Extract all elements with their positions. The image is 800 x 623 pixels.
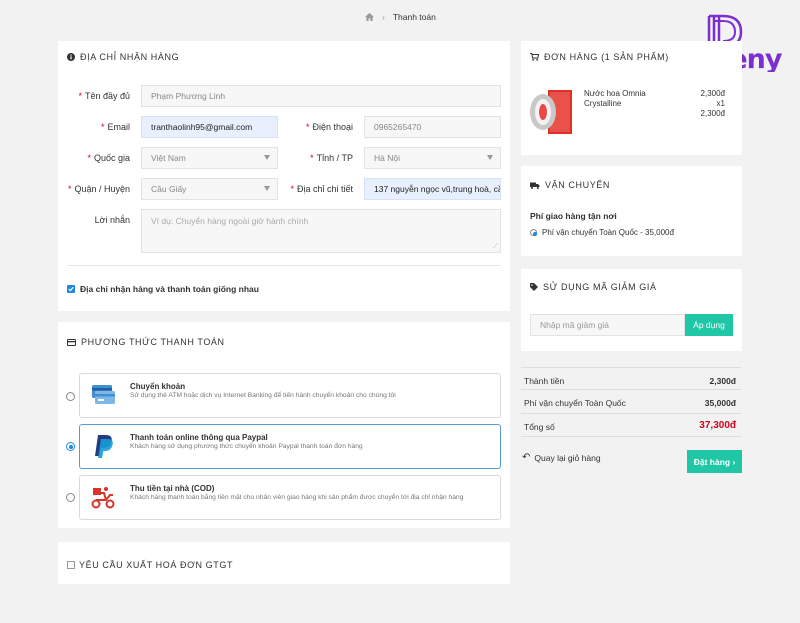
country-label: * Quốc gia — [87, 153, 130, 163]
truck-icon — [530, 182, 540, 189]
same-address-checkbox[interactable]: Địa chỉ nhận hàng và thanh toán giống nh… — [67, 284, 259, 294]
payment-radio-cod[interactable] — [66, 493, 75, 502]
district-select[interactable]: Cầu Giấy — [141, 178, 278, 200]
payment-option-bank-transfer[interactable]: Chuyển khoản Sử dụng thẻ ATM hoặc dịch v… — [79, 373, 501, 418]
payment-option-cod[interactable]: Thu tiền tại nhà (COD) Khách hàng thanh … — [79, 475, 501, 520]
shipping-fee-row: Phí vận chuyển Toàn Quốc 35,000đ — [521, 389, 741, 413]
discount-section-title: SỬ DỤNG MÃ GIẢM GIÁ — [530, 282, 657, 292]
product-unit-price: 2,300đ — [700, 89, 725, 98]
resize-handle-icon: ⟋ — [493, 243, 498, 250]
address-section-title: ĐỊA CHỈ NHẬN HÀNG — [67, 52, 179, 62]
country-select[interactable]: Việt Nam — [141, 147, 278, 169]
breadcrumb: › Thanh toán — [365, 12, 436, 22]
vat-invoice-checkbox[interactable]: YÊU CẦU XUẤT HOÁ ĐƠN GTGT — [67, 560, 233, 570]
fullname-label: * Tên đầy đủ — [78, 91, 130, 101]
chevron-right-icon: › — [382, 12, 385, 22]
email-label: * Email — [100, 122, 130, 132]
checkbox-unchecked-icon — [67, 561, 75, 569]
place-order-button[interactable]: Đặt hàng › — [687, 450, 742, 473]
shipping-address-card: ĐỊA CHỈ NHẬN HÀNG * Tên đầy đủ Phạm Phươn… — [58, 41, 510, 311]
note-textarea[interactable]: Ví dụ: Chuyển hàng ngoài giờ hành chính … — [141, 209, 501, 253]
checkbox-checked-icon — [67, 285, 75, 293]
detail-address-field[interactable]: 137 nguyễn ngọc vũ,trung hoà, cầu giấy — [364, 178, 501, 200]
product-qty: x1 — [716, 99, 725, 108]
reply-arrow-icon: ↶ — [522, 452, 531, 463]
delivery-scooter-icon — [91, 487, 115, 509]
note-label: Lời nhắn — [94, 215, 130, 225]
province-label: * Tỉnh / TP — [310, 153, 353, 163]
payment-radio-bank-transfer[interactable] — [66, 392, 75, 401]
chevron-down-icon — [487, 155, 493, 160]
shipping-section-title: VẬN CHUYỂN — [530, 180, 610, 190]
payment-section-title: PHƯƠNG THỨC THANH TOÁN — [67, 337, 225, 347]
shipping-subtitle: Phí giao hàng tận nơi — [530, 211, 617, 221]
discount-card: SỬ DỤNG MÃ GIẢM GIÁ Nhập mã giảm giá Áp … — [521, 269, 742, 351]
home-icon[interactable] — [365, 13, 374, 21]
payment-method-card: PHƯƠNG THỨC THANH TOÁN Chuyển khoản Sử d… — [58, 322, 510, 528]
shipping-radio[interactable] — [530, 229, 537, 236]
divider — [67, 265, 501, 266]
shipping-card: VẬN CHUYỂN Phí giao hàng tận nơi Phí vận… — [521, 166, 742, 256]
phone-label: * Điện thoại — [305, 122, 353, 132]
detail-address-label: * Địa chỉ chi tiết — [290, 184, 353, 194]
apply-discount-button[interactable]: Áp dụng — [685, 314, 733, 336]
province-select[interactable]: Hà Nội — [364, 147, 501, 169]
discount-code-input[interactable]: Nhập mã giảm giá — [530, 314, 685, 336]
bank-card-icon — [92, 385, 115, 404]
vat-invoice-card: YÊU CẦU XUẤT HOÁ ĐƠN GTGT — [58, 542, 510, 584]
payment-option-paypal[interactable]: Thanh toán online thông qua Paypal Khách… — [79, 424, 501, 469]
tag-icon — [530, 283, 538, 291]
email-field[interactable]: tranthaolinh95@gmail.com — [141, 116, 278, 138]
chevron-down-icon — [264, 186, 270, 191]
payment-radio-paypal[interactable] — [66, 442, 75, 451]
phone-field[interactable]: 0965265470 — [364, 116, 501, 138]
back-to-cart-link[interactable]: ↶ Quay lại giỏ hàng — [522, 452, 601, 463]
product-name[interactable]: Nước hoa Omnia Crystalline — [584, 89, 664, 109]
subtotal-row: Thành tiền 2,300đ — [521, 367, 741, 391]
chevron-down-icon — [264, 155, 270, 160]
product-thumbnail[interactable] — [526, 86, 576, 138]
order-card: ĐƠN HÀNG (1 SẢN PHẨM) Nước hoa Omnia Cry… — [521, 41, 742, 155]
credit-card-icon — [67, 338, 76, 346]
paypal-icon — [95, 435, 113, 458]
district-label: * Quận / Huyện — [67, 184, 130, 194]
shipping-option-label[interactable]: Phí vận chuyển Toàn Quốc - 35,000đ — [542, 228, 674, 237]
cart-icon — [530, 53, 539, 61]
product-line-total: 2,300đ — [700, 109, 725, 118]
order-section-title: ĐƠN HÀNG (1 SẢN PHẨM) — [530, 52, 669, 62]
breadcrumb-current: Thanh toán — [392, 12, 436, 22]
fullname-field[interactable]: Phạm Phương Linh — [141, 85, 501, 107]
info-icon — [67, 53, 75, 61]
total-row: Tổng số 37,300đ — [521, 413, 741, 437]
